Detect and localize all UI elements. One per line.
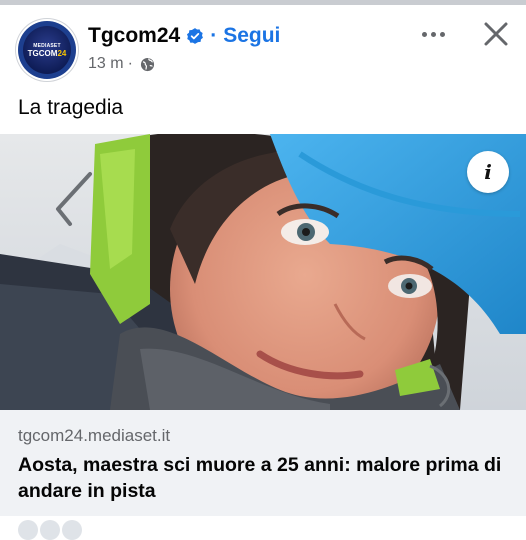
author-name[interactable]: Tgcom24 [88,24,180,48]
meta-separator: · [127,55,133,72]
skier-photo [0,134,526,410]
close-icon[interactable] [480,18,512,50]
link-headline[interactable]: Aosta, maestra sci muore a 25 anni: malo… [18,452,514,504]
info-icon[interactable]: i [467,151,509,193]
link-preview-image[interactable] [0,134,526,410]
post-time[interactable]: 13 m [88,55,124,73]
author-row: Tgcom24 · Segui [88,22,280,50]
globe-icon [140,57,154,71]
top-divider [0,0,526,5]
link-domain: tgcom24.mediaset.it [18,426,171,445]
reaction-icon [18,520,38,540]
reaction-icon [62,520,82,540]
page-avatar[interactable]: MEDIASET TGCOM24 [18,21,76,79]
reaction-icon [40,520,60,540]
name-separator: · [210,24,218,47]
post-meta: 13 m · [88,55,155,73]
link-card[interactable]: tgcom24.mediaset.it Aosta, maestra sci m… [0,410,526,516]
reactions-peek [18,520,82,540]
avatar-logo: MEDIASET TGCOM24 [23,26,71,74]
more-dot [439,31,445,37]
more-dot [430,31,436,37]
more-dot [421,31,427,37]
verified-badge-icon [187,28,204,44]
follow-button[interactable]: Segui [223,24,280,48]
avatar-logo-main: TGCOM24 [27,48,67,58]
post-text: La tragedia [18,96,124,119]
more-options-icon[interactable] [414,22,452,46]
